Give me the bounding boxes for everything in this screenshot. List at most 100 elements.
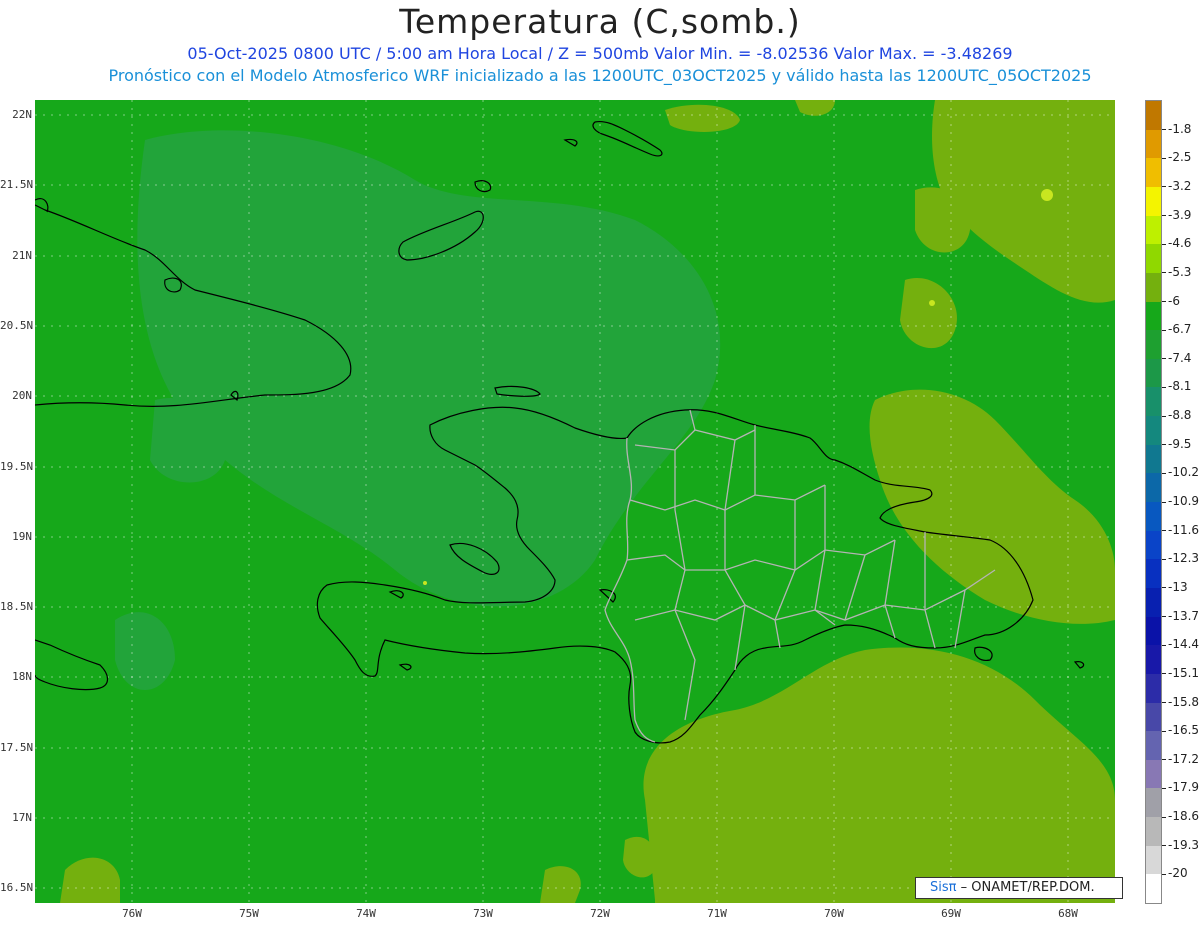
- colorbar-tick: [1162, 644, 1166, 646]
- colorbar-tick: [1162, 129, 1166, 131]
- lon-label: 72W: [590, 907, 610, 920]
- colorbar-label: -3.9: [1168, 207, 1192, 222]
- colorbar-segment: [1146, 874, 1161, 904]
- colorbar-segment: [1146, 129, 1161, 159]
- lon-label: 74W: [356, 907, 376, 920]
- colorbar-label: -6: [1168, 293, 1180, 308]
- lat-label: 21.5N: [0, 178, 34, 191]
- colorbar-label: -8.8: [1168, 408, 1192, 423]
- colorbar-tick: [1162, 186, 1166, 188]
- colorbar-segment: [1146, 731, 1161, 761]
- colorbar-tick: [1162, 730, 1166, 732]
- colorbar-segment: [1146, 215, 1161, 245]
- lat-label: 19.5N: [0, 460, 34, 473]
- colorbar-tick: [1162, 530, 1166, 532]
- colorbar-tick: [1162, 301, 1166, 302]
- lat-label: 20N: [12, 389, 32, 402]
- lat-label: 16.5N: [0, 881, 34, 894]
- lon-label: 76W: [122, 907, 142, 920]
- colorbar-segment: [1146, 186, 1161, 217]
- colorbar-label: -13.7: [1168, 608, 1200, 623]
- colorbar-tick: [1162, 157, 1166, 159]
- colorbar-tick: [1162, 272, 1166, 274]
- colorbar-segment: [1146, 559, 1161, 589]
- lon-label: 71W: [707, 907, 727, 920]
- colorbar-label: -17.9: [1168, 780, 1200, 795]
- colorbar-tick: [1162, 558, 1166, 560]
- colorbar-tick: [1162, 358, 1166, 360]
- lon-label: 70W: [824, 907, 844, 920]
- colorbar-segment: [1146, 101, 1161, 131]
- colorbar-tick: [1162, 215, 1166, 217]
- colorbar-tick: [1162, 386, 1166, 388]
- colorbar-segment: [1146, 387, 1161, 417]
- lat-label: 17N: [12, 811, 32, 824]
- model-info-line: Pronóstico con el Modelo Atmosferico WRF…: [108, 66, 1092, 85]
- colorbar-segment: [1146, 530, 1161, 560]
- colorbar-segment: [1146, 444, 1161, 474]
- temperature-map: [35, 100, 1115, 903]
- colorbar-segment: [1146, 587, 1161, 618]
- colorbar-tick: [1162, 673, 1166, 675]
- colorbar-label: -10.9: [1168, 494, 1200, 508]
- lat-label: 20.5N: [0, 319, 34, 332]
- colorbar-tick: [1162, 472, 1166, 474]
- colorbar-label: -8.1: [1168, 379, 1192, 394]
- colorbar-label: -7.4: [1168, 350, 1192, 365]
- credit-box: Sisπ – ONAMET/REP.DOM.: [915, 877, 1123, 899]
- colorbar-segment: [1146, 301, 1161, 331]
- colorbar-tick: [1162, 616, 1166, 618]
- colorbar-label: -11.6: [1168, 522, 1200, 537]
- colorbar-label: -19.3: [1168, 837, 1200, 852]
- lat-label: 18.5N: [0, 600, 34, 613]
- colorbar-label: -5.3: [1168, 264, 1192, 279]
- lon-label: 68W: [1058, 907, 1078, 920]
- colorbar-label: -13: [1168, 579, 1188, 594]
- colorbar-segment: [1146, 416, 1161, 446]
- colorbar-segment: [1146, 673, 1161, 703]
- colorbar-tick: [1162, 587, 1166, 589]
- colorbar-label: -18.6: [1168, 809, 1200, 824]
- colorbar-label: -12.3: [1168, 551, 1200, 566]
- colorbar-segment: [1146, 788, 1161, 818]
- colorbar-tick: [1162, 501, 1166, 503]
- colorbar-label: -3.2: [1168, 178, 1192, 193]
- colorbar-label: -9.5: [1168, 436, 1192, 451]
- lon-label: 75W: [239, 907, 259, 920]
- colorbar-tick: [1162, 816, 1166, 818]
- colorbar-label: -17.2: [1168, 751, 1200, 766]
- lat-label: 22N: [12, 108, 32, 121]
- lon-label: 73W: [473, 907, 493, 920]
- colorbar-segment: [1146, 244, 1161, 274]
- colorbar-tick: [1162, 845, 1166, 847]
- colorbar-tick: [1162, 702, 1166, 703]
- colorbar-label: -1.8: [1168, 121, 1192, 136]
- lon-label: 69W: [941, 907, 961, 920]
- colorbar-label: -10.2: [1168, 465, 1200, 480]
- colorbar-segment: [1146, 759, 1161, 789]
- credit-text: – ONAMET/REP.DOM.: [956, 880, 1095, 895]
- colorbar-label: -15.1: [1168, 665, 1200, 680]
- lat-label: 19N: [12, 530, 32, 543]
- chart-title: Temperatura (C,somb.): [399, 2, 801, 41]
- colorbar-tick: [1162, 759, 1166, 761]
- colorbar-segment: [1146, 702, 1161, 732]
- lat-label: 17.5N: [0, 741, 34, 754]
- colorbar-segment: [1146, 473, 1161, 503]
- sispi-logo: Sisπ: [930, 880, 957, 895]
- colorbar-tick: [1162, 243, 1166, 245]
- colorbar-label: -6.7: [1168, 322, 1192, 337]
- colorbar-tick: [1162, 787, 1166, 789]
- colorbar-label: -15.8: [1168, 694, 1200, 709]
- valid-time-line: 05-Oct-2025 0800 UTC / 5:00 am Hora Loca…: [187, 44, 1013, 63]
- colorbar-tick: [1162, 329, 1166, 331]
- colorbar-segment: [1146, 158, 1161, 188]
- colorbar-segment: [1146, 330, 1161, 360]
- colorbar-label: -20: [1168, 866, 1188, 881]
- colorbar-segment: [1146, 616, 1161, 646]
- lat-label: 18N: [12, 670, 32, 683]
- map-svg: [35, 100, 1115, 903]
- colorbar-segment: [1146, 845, 1161, 875]
- colorbar-tick: [1162, 873, 1166, 875]
- colorbar-segment: [1146, 645, 1161, 675]
